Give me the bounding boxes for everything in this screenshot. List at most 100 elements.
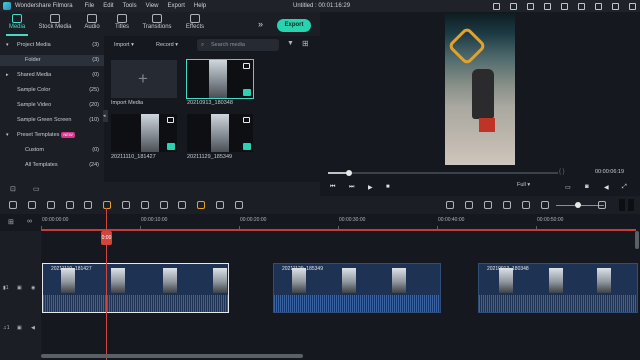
record-dropdown[interactable]: Record ▾ — [156, 40, 178, 50]
video-icon — [167, 117, 174, 123]
preview-scrub-handle[interactable] — [345, 170, 352, 176]
panel-toggle-icon[interactable] — [628, 199, 634, 211]
eye-icon[interactable]: ◉ — [31, 285, 35, 291]
timeline-ruler[interactable]: ⊞ ∞ 00:00:00:00 00:00:10:00 00:00:20:00 … — [0, 214, 640, 230]
monitor-icon[interactable]: ▭ — [565, 184, 571, 191]
import-dropdown[interactable]: Import ▾ — [114, 40, 134, 50]
panel-toggle-icon[interactable] — [619, 199, 625, 211]
maximize-icon[interactable] — [612, 2, 619, 10]
sidebar-item-custom[interactable]: Custom (0) — [0, 145, 104, 156]
collapse-sidebar-icon[interactable]: ◂ — [103, 110, 108, 122]
undo-icon[interactable] — [9, 201, 17, 209]
search-input[interactable]: ⌕ Search media — [197, 39, 279, 51]
zoom-out-icon[interactable] — [541, 201, 549, 209]
window-icons — [493, 2, 636, 10]
menu-file[interactable]: File — [85, 3, 95, 9]
media-thumb[interactable] — [186, 59, 254, 99]
fit-icon[interactable] — [178, 201, 186, 209]
zoom-in-icon[interactable] — [598, 201, 606, 209]
timer-icon[interactable] — [160, 201, 168, 209]
new-folder-icon[interactable]: ⊡ — [10, 185, 16, 193]
sidebar-item-folder[interactable]: Folder (3) — [0, 55, 104, 66]
account-icon[interactable] — [510, 2, 517, 10]
speed-icon[interactable] — [103, 201, 111, 209]
color-icon[interactable] — [122, 201, 130, 209]
tab-effects[interactable]: Effects — [184, 14, 206, 30]
media-thumb[interactable] — [187, 114, 253, 152]
redo-icon[interactable] — [28, 201, 36, 209]
lock-icon[interactable]: ▣ — [17, 325, 22, 331]
menu-export[interactable]: Export — [168, 3, 185, 9]
save-icon[interactable] — [561, 2, 568, 10]
gift-icon[interactable] — [527, 2, 534, 10]
cloud-icon[interactable] — [493, 2, 500, 10]
menu-view[interactable]: View — [146, 3, 159, 9]
notification-icon[interactable] — [544, 2, 551, 10]
sidebar-item-shared-media[interactable]: ▸ Shared Media (0) — [0, 70, 104, 81]
tab-transitions[interactable]: Transitions — [141, 14, 173, 30]
thumb-frame — [211, 114, 229, 152]
volume-icon[interactable]: ◀ — [604, 184, 609, 191]
marker-icon[interactable] — [141, 201, 149, 209]
microphone-icon[interactable] — [484, 201, 492, 209]
export-button[interactable]: Export — [277, 19, 311, 32]
keyframe-icon[interactable] — [197, 201, 205, 209]
play-back-icon[interactable]: ⏭ — [349, 184, 354, 191]
sidebar-item-sample-green-screen[interactable]: Sample Green Screen (10) — [0, 115, 104, 126]
lock-icon[interactable]: ▣ — [17, 285, 22, 291]
minimize-icon[interactable] — [595, 2, 602, 10]
audio-wave-icon[interactable] — [235, 201, 243, 209]
vertical-scrollbar[interactable] — [635, 231, 639, 249]
previous-frame-icon[interactable]: ⏮ — [330, 184, 335, 191]
shield-icon[interactable] — [465, 201, 473, 209]
speaker-icon[interactable]: ◀ — [31, 325, 35, 331]
adjust-icon[interactable] — [216, 201, 224, 209]
tab-audio[interactable]: Audio — [82, 14, 102, 30]
grid-view-icon[interactable]: ⊞ — [302, 39, 309, 48]
import-label: Import — [114, 42, 130, 48]
stop-icon[interactable]: ■ — [386, 184, 390, 190]
menu-tools[interactable]: Tools — [123, 3, 137, 9]
play-icon[interactable]: ▶ — [368, 184, 373, 191]
preview-scrub-track[interactable] — [328, 172, 558, 174]
tab-media[interactable]: Media — [7, 14, 27, 30]
cut-icon[interactable] — [66, 201, 74, 209]
caret-down-icon[interactable]: ▾ — [6, 130, 9, 141]
menu-edit[interactable]: Edit — [103, 3, 113, 9]
sidebar-item-preset-templates[interactable]: ▾ Preset Templates NEW — [0, 130, 104, 141]
folder-icon[interactable]: ▭ — [33, 185, 40, 193]
check-icon — [243, 89, 251, 96]
sidebar-item-sample-video[interactable]: Sample Video (20) — [0, 100, 104, 111]
fullscreen-icon[interactable]: ⤢ — [622, 184, 627, 191]
sidebar-item-all-templates[interactable]: All Templates (24) — [0, 160, 104, 171]
close-icon[interactable] — [629, 2, 636, 10]
tab-titles[interactable]: Titles — [113, 14, 131, 30]
render-icon[interactable] — [446, 201, 454, 209]
tab-stock-media[interactable]: Stock Media — [37, 14, 73, 30]
quality-select[interactable]: Full ▾ — [517, 182, 530, 188]
caret-right-icon[interactable]: ▸ — [6, 70, 9, 81]
mark-in-out-brackets[interactable]: { } — [559, 169, 565, 175]
link-icon[interactable]: ∞ — [27, 218, 32, 225]
voiceover-icon[interactable] — [503, 201, 511, 209]
media-thumb[interactable] — [111, 114, 177, 152]
playhead-handle[interactable]: 0:00 — [101, 231, 112, 245]
add-track-icon[interactable]: ⊞ — [8, 218, 14, 226]
menu-help[interactable]: Help — [194, 3, 206, 9]
zoom-slider-handle[interactable] — [575, 202, 581, 208]
import-media-tile[interactable]: + — [111, 60, 177, 98]
delete-icon[interactable] — [47, 201, 55, 209]
sidebar-item-sample-color[interactable]: Sample Color (25) — [0, 85, 104, 96]
timeline-clip[interactable]: 20210913_180348 — [478, 263, 638, 313]
timeline-clip[interactable]: 20211129_185349 — [273, 263, 441, 313]
more-tabs-chevron-icon[interactable]: » — [258, 19, 263, 29]
crop-icon[interactable] — [84, 201, 92, 209]
snapshot-icon[interactable] — [522, 201, 530, 209]
timeline-clip[interactable]: 20211110_181427 — [42, 263, 229, 313]
filter-icon[interactable]: ▼ — [287, 40, 294, 47]
snapshot-icon[interactable]: ◙ — [585, 184, 589, 190]
horizontal-scrollbar[interactable] — [41, 354, 303, 358]
mail-icon[interactable] — [578, 2, 585, 10]
caret-down-icon[interactable]: ▾ — [6, 40, 9, 51]
sidebar-item-project-media[interactable]: ▾ Project Media (3) — [0, 40, 104, 51]
